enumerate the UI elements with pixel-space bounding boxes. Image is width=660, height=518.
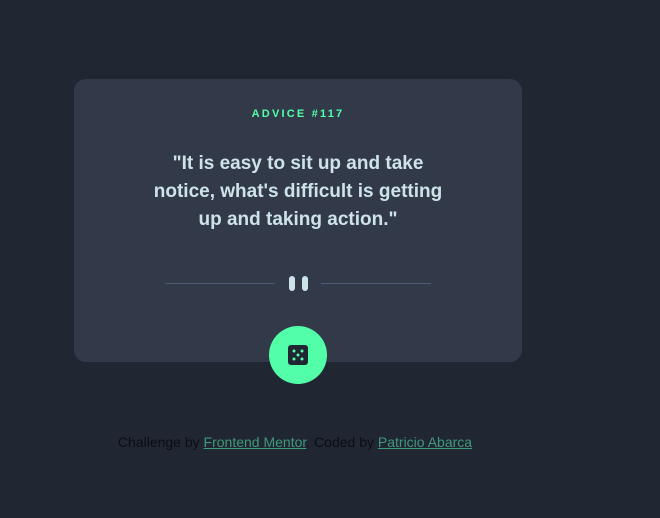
pause-icon	[289, 276, 309, 291]
divider-line-left	[165, 283, 275, 284]
new-advice-button[interactable]	[269, 326, 327, 384]
dice-icon	[288, 345, 308, 365]
pause-bar-right	[302, 276, 308, 291]
attribution-prefix: Challenge by	[117, 434, 200, 450]
advice-id-label: ADVICE #117	[251, 108, 345, 120]
advice-card: ADVICE #117 "It is easy to sit up and ta…	[74, 79, 522, 362]
divider-line-right	[321, 283, 431, 284]
pattern-divider	[165, 275, 431, 292]
advice-quote: "It is easy to sit up and take notice, w…	[153, 153, 443, 230]
frontend-mentor-link[interactable]: Frontend Mentor	[204, 434, 307, 450]
author-link[interactable]: Patricio Abarca	[378, 434, 472, 450]
attribution: Challenge by Frontend Mentor. Coded by P…	[0, 434, 590, 450]
attribution-middle: . Coded by	[306, 434, 374, 450]
pause-bar-left	[289, 276, 295, 291]
